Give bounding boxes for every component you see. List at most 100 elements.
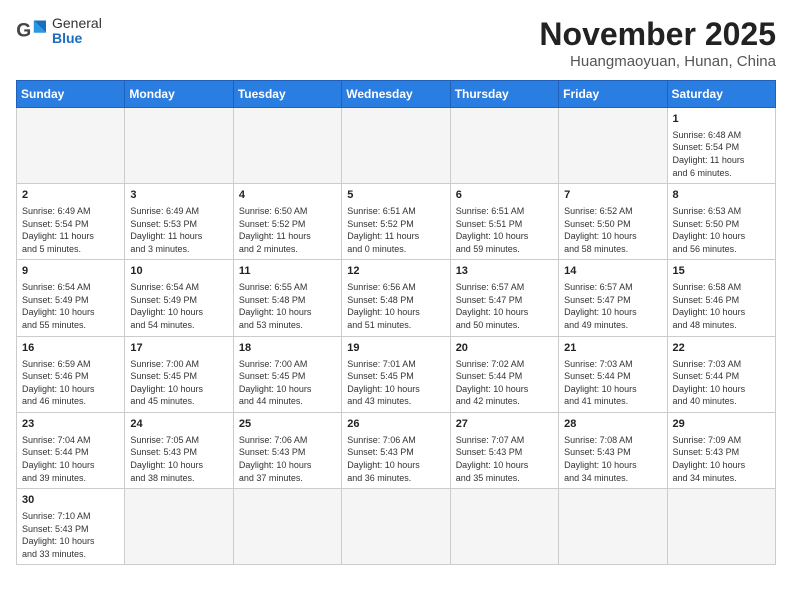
day-info: Sunrise: 7:10 AM Sunset: 5:43 PM Dayligh… <box>22 510 119 560</box>
day-info: Sunrise: 6:55 AM Sunset: 5:48 PM Dayligh… <box>239 281 336 331</box>
weekday-header-sunday: Sunday <box>17 81 125 108</box>
logo: G General Blue <box>16 16 102 47</box>
day-number: 26 <box>347 417 444 432</box>
calendar-cell <box>450 108 558 184</box>
day-info: Sunrise: 7:06 AM Sunset: 5:43 PM Dayligh… <box>347 434 444 484</box>
day-info: Sunrise: 7:00 AM Sunset: 5:45 PM Dayligh… <box>130 358 227 408</box>
week-row-4: 16 Sunrise: 6:59 AM Sunset: 5:46 PM Dayli… <box>17 336 776 412</box>
day-info: Sunrise: 7:07 AM Sunset: 5:43 PM Dayligh… <box>456 434 553 484</box>
location: Huangmaoyuan, Hunan, China <box>539 53 776 70</box>
calendar-cell <box>667 489 775 565</box>
day-number: 2 <box>22 188 119 203</box>
day-number: 28 <box>564 417 661 432</box>
calendar-cell: 6 Sunrise: 6:51 AM Sunset: 5:51 PM Daylig… <box>450 184 558 260</box>
weekday-header-monday: Monday <box>125 81 233 108</box>
calendar-cell: 15 Sunrise: 6:58 AM Sunset: 5:46 PM Dayli… <box>667 260 775 336</box>
day-number: 8 <box>673 188 770 203</box>
day-number: 4 <box>239 188 336 203</box>
day-info: Sunrise: 6:49 AM Sunset: 5:54 PM Dayligh… <box>22 205 119 255</box>
calendar-cell: 1 Sunrise: 6:48 AM Sunset: 5:54 PM Daylig… <box>667 108 775 184</box>
day-number: 18 <box>239 341 336 356</box>
weekday-header-thursday: Thursday <box>450 81 558 108</box>
calendar-cell <box>559 489 667 565</box>
day-info: Sunrise: 6:48 AM Sunset: 5:54 PM Dayligh… <box>673 129 770 179</box>
page-header: G General Blue November 2025 Huangmaoyua… <box>16 16 776 70</box>
day-number: 20 <box>456 341 553 356</box>
title-block: November 2025 Huangmaoyuan, Hunan, China <box>539 16 776 70</box>
calendar-cell: 3 Sunrise: 6:49 AM Sunset: 5:53 PM Daylig… <box>125 184 233 260</box>
day-info: Sunrise: 6:57 AM Sunset: 5:47 PM Dayligh… <box>456 281 553 331</box>
day-info: Sunrise: 7:03 AM Sunset: 5:44 PM Dayligh… <box>564 358 661 408</box>
day-info: Sunrise: 6:58 AM Sunset: 5:46 PM Dayligh… <box>673 281 770 331</box>
day-info: Sunrise: 7:05 AM Sunset: 5:43 PM Dayligh… <box>130 434 227 484</box>
week-row-1: 1 Sunrise: 6:48 AM Sunset: 5:54 PM Daylig… <box>17 108 776 184</box>
day-info: Sunrise: 6:59 AM Sunset: 5:46 PM Dayligh… <box>22 358 119 408</box>
calendar-cell: 13 Sunrise: 6:57 AM Sunset: 5:47 PM Dayli… <box>450 260 558 336</box>
calendar-table: SundayMondayTuesdayWednesdayThursdayFrid… <box>16 80 776 565</box>
day-number: 13 <box>456 264 553 279</box>
day-number: 12 <box>347 264 444 279</box>
calendar-cell <box>342 489 450 565</box>
calendar-cell: 25Sunrise: 7:06 AM Sunset: 5:43 PM Dayli… <box>233 412 341 488</box>
day-info: Sunrise: 7:03 AM Sunset: 5:44 PM Dayligh… <box>673 358 770 408</box>
day-number: 16 <box>22 341 119 356</box>
svg-text:G: G <box>16 21 31 42</box>
day-number: 3 <box>130 188 227 203</box>
day-number: 29 <box>673 417 770 432</box>
calendar-cell: 10 Sunrise: 6:54 AM Sunset: 5:49 PM Dayli… <box>125 260 233 336</box>
calendar-cell: 28Sunrise: 7:08 AM Sunset: 5:43 PM Dayli… <box>559 412 667 488</box>
day-info: Sunrise: 7:04 AM Sunset: 5:44 PM Dayligh… <box>22 434 119 484</box>
month-title: November 2025 <box>539 16 776 53</box>
calendar-cell: 2 Sunrise: 6:49 AM Sunset: 5:54 PM Daylig… <box>17 184 125 260</box>
calendar-cell: 14Sunrise: 6:57 AM Sunset: 5:47 PM Dayli… <box>559 260 667 336</box>
calendar-cell: 27Sunrise: 7:07 AM Sunset: 5:43 PM Dayli… <box>450 412 558 488</box>
week-row-2: 2 Sunrise: 6:49 AM Sunset: 5:54 PM Daylig… <box>17 184 776 260</box>
day-number: 5 <box>347 188 444 203</box>
weekday-header-row: SundayMondayTuesdayWednesdayThursdayFrid… <box>17 81 776 108</box>
day-info: Sunrise: 6:54 AM Sunset: 5:49 PM Dayligh… <box>130 281 227 331</box>
calendar-cell <box>125 108 233 184</box>
day-info: Sunrise: 6:56 AM Sunset: 5:48 PM Dayligh… <box>347 281 444 331</box>
day-number: 24 <box>130 417 227 432</box>
day-info: Sunrise: 7:00 AM Sunset: 5:45 PM Dayligh… <box>239 358 336 408</box>
weekday-header-wednesday: Wednesday <box>342 81 450 108</box>
calendar-cell <box>125 489 233 565</box>
day-number: 22 <box>673 341 770 356</box>
week-row-6: 30 Sunrise: 7:10 AM Sunset: 5:43 PM Dayli… <box>17 489 776 565</box>
day-number: 23 <box>22 417 119 432</box>
day-number: 11 <box>239 264 336 279</box>
calendar-cell: 7 Sunrise: 6:52 AM Sunset: 5:50 PM Daylig… <box>559 184 667 260</box>
calendar-cell <box>450 489 558 565</box>
week-row-5: 23 Sunrise: 7:04 AM Sunset: 5:44 PM Dayli… <box>17 412 776 488</box>
day-info: Sunrise: 6:51 AM Sunset: 5:52 PM Dayligh… <box>347 205 444 255</box>
calendar-cell: 24 Sunrise: 7:05 AM Sunset: 5:43 PM Dayli… <box>125 412 233 488</box>
calendar-cell: 20 Sunrise: 7:02 AM Sunset: 5:44 PM Dayli… <box>450 336 558 412</box>
day-number: 1 <box>673 112 770 127</box>
day-number: 15 <box>673 264 770 279</box>
day-number: 25 <box>239 417 336 432</box>
calendar-cell: 26 Sunrise: 7:06 AM Sunset: 5:43 PM Dayli… <box>342 412 450 488</box>
calendar-cell: 21 Sunrise: 7:03 AM Sunset: 5:44 PM Dayli… <box>559 336 667 412</box>
calendar-cell: 17Sunrise: 7:00 AM Sunset: 5:45 PM Dayli… <box>125 336 233 412</box>
day-info: Sunrise: 6:50 AM Sunset: 5:52 PM Dayligh… <box>239 205 336 255</box>
calendar-cell <box>17 108 125 184</box>
calendar-cell: 18 Sunrise: 7:00 AM Sunset: 5:45 PM Dayli… <box>233 336 341 412</box>
day-info: Sunrise: 6:54 AM Sunset: 5:49 PM Dayligh… <box>22 281 119 331</box>
day-info: Sunrise: 6:51 AM Sunset: 5:51 PM Dayligh… <box>456 205 553 255</box>
calendar-cell: 9Sunrise: 6:54 AM Sunset: 5:49 PM Daylig… <box>17 260 125 336</box>
calendar-cell: 16 Sunrise: 6:59 AM Sunset: 5:46 PM Dayli… <box>17 336 125 412</box>
day-info: Sunrise: 7:09 AM Sunset: 5:43 PM Dayligh… <box>673 434 770 484</box>
day-info: Sunrise: 6:52 AM Sunset: 5:50 PM Dayligh… <box>564 205 661 255</box>
day-info: Sunrise: 7:02 AM Sunset: 5:44 PM Dayligh… <box>456 358 553 408</box>
day-number: 7 <box>564 188 661 203</box>
day-number: 10 <box>130 264 227 279</box>
calendar-cell: 19Sunrise: 7:01 AM Sunset: 5:45 PM Dayli… <box>342 336 450 412</box>
calendar-cell: 8 Sunrise: 6:53 AM Sunset: 5:50 PM Daylig… <box>667 184 775 260</box>
weekday-header-saturday: Saturday <box>667 81 775 108</box>
calendar-cell: 11 Sunrise: 6:55 AM Sunset: 5:48 PM Dayli… <box>233 260 341 336</box>
day-number: 30 <box>22 493 119 508</box>
day-info: Sunrise: 6:49 AM Sunset: 5:53 PM Dayligh… <box>130 205 227 255</box>
day-info: Sunrise: 6:53 AM Sunset: 5:50 PM Dayligh… <box>673 205 770 255</box>
day-number: 21 <box>564 341 661 356</box>
day-number: 6 <box>456 188 553 203</box>
